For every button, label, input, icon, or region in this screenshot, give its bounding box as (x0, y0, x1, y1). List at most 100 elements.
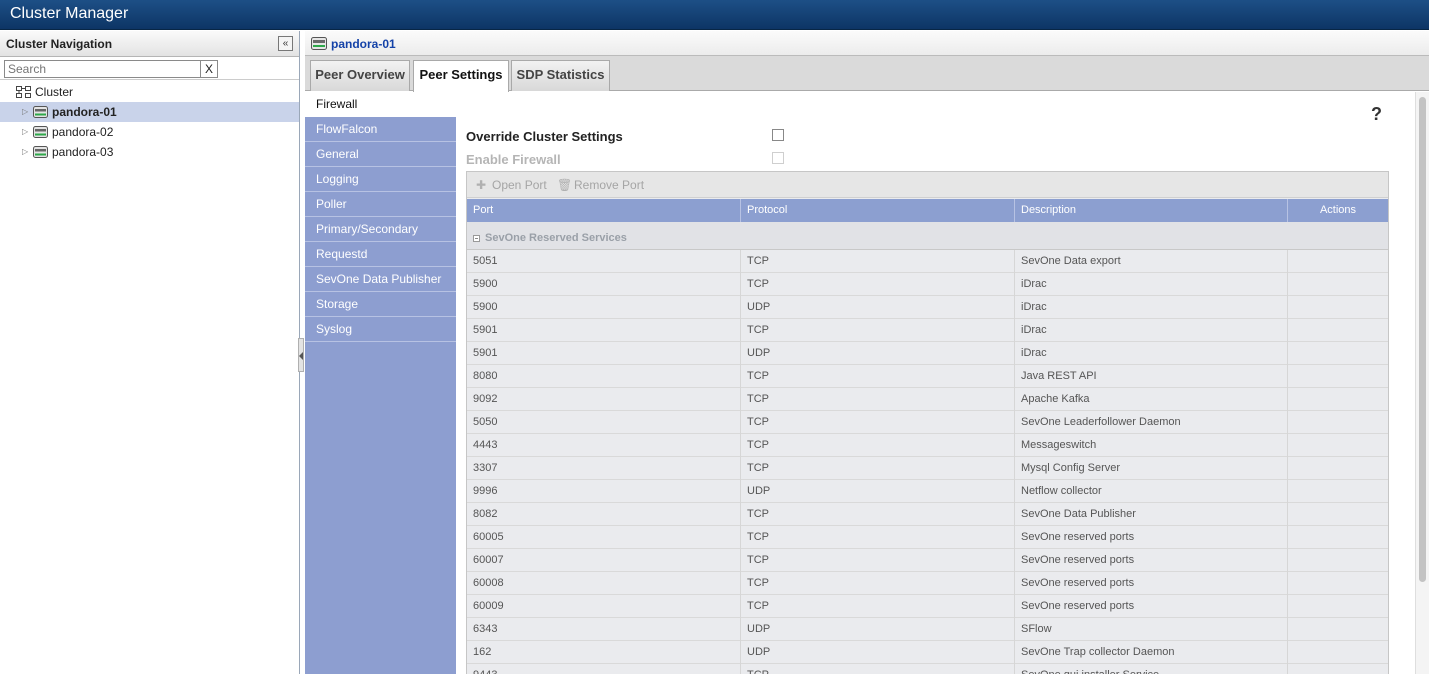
actions-cell[interactable] (1288, 641, 1388, 664)
protocol-cell: TCP (741, 388, 1015, 411)
description-cell: SevOne gui installer Service (1015, 664, 1288, 674)
actions-cell[interactable] (1288, 434, 1388, 457)
table-row[interactable]: 4443 TCP Messageswitch (467, 434, 1388, 457)
actions-cell[interactable] (1288, 595, 1388, 618)
protocol-cell: TCP (741, 365, 1015, 388)
column-port[interactable]: Port (467, 199, 741, 222)
trash-icon: 🗑 (557, 178, 573, 192)
expand-arrow-icon[interactable]: ▷ (22, 142, 32, 162)
expand-arrow-icon[interactable]: ▷ (22, 122, 32, 142)
table-row[interactable]: 6343 UDP SFlow (467, 618, 1388, 641)
table-row[interactable]: 3307 TCP Mysql Config Server (467, 457, 1388, 480)
scrollbar-thumb[interactable] (1419, 97, 1426, 582)
table-row[interactable]: 162 UDP SevOne Trap collector Daemon (467, 641, 1388, 664)
tab-sdp-statistics[interactable]: SDP Statistics (511, 60, 610, 91)
subnav-item-flowfalcon[interactable]: FlowFalcon (305, 117, 456, 142)
actions-cell[interactable] (1288, 342, 1388, 365)
table-row[interactable]: 8080 TCP Java REST API (467, 365, 1388, 388)
actions-cell[interactable] (1288, 319, 1388, 342)
open-port-button[interactable]: ✚ Open Port (475, 178, 547, 192)
clear-search-button[interactable]: X (200, 60, 218, 78)
actions-cell[interactable] (1288, 503, 1388, 526)
open-port-label: Open Port (492, 178, 547, 192)
subnav-item-logging[interactable]: Logging (305, 167, 456, 192)
actions-cell[interactable] (1288, 388, 1388, 411)
table-row[interactable]: 5901 UDP iDrac (467, 342, 1388, 365)
port-cell: 162 (467, 641, 741, 664)
table-row[interactable]: 60007 TCP SevOne reserved ports (467, 549, 1388, 572)
collapse-handle[interactable] (298, 338, 304, 372)
column-protocol[interactable]: Protocol (741, 199, 1015, 222)
table-row[interactable]: 5901 TCP iDrac (467, 319, 1388, 342)
override-cluster-settings-checkbox[interactable] (772, 129, 784, 141)
cluster-navigation-panel: Cluster Navigation « X Cluster▷pandora-0… (0, 31, 300, 674)
actions-cell[interactable] (1288, 250, 1388, 273)
actions-cell[interactable] (1288, 296, 1388, 319)
subnav-item-primary-secondary[interactable]: Primary/Secondary (305, 217, 456, 242)
subnav-item-firewall[interactable]: Firewall (305, 92, 456, 117)
table-row[interactable]: 9092 TCP Apache Kafka (467, 388, 1388, 411)
protocol-cell: TCP (741, 549, 1015, 572)
actions-cell[interactable] (1288, 457, 1388, 480)
port-cell: 8080 (467, 365, 741, 388)
description-cell: SFlow (1015, 618, 1288, 641)
expand-arrow-icon[interactable]: ▷ (22, 102, 32, 122)
table-row[interactable]: 60008 TCP SevOne reserved ports (467, 572, 1388, 595)
subnav-item-sevone-data-publisher[interactable]: SevOne Data Publisher (305, 267, 456, 292)
subnav-item-poller[interactable]: Poller (305, 192, 456, 217)
table-row[interactable]: 5900 UDP iDrac (467, 296, 1388, 319)
actions-cell[interactable] (1288, 526, 1388, 549)
actions-cell[interactable] (1288, 618, 1388, 641)
actions-cell[interactable] (1288, 365, 1388, 388)
table-row[interactable]: 5900 TCP iDrac (467, 273, 1388, 296)
actions-cell[interactable] (1288, 572, 1388, 595)
cluster-navigation-title: Cluster Navigation (6, 37, 113, 51)
tab-peer-overview[interactable]: Peer Overview (310, 60, 410, 91)
table-row[interactable]: 60009 TCP SevOne reserved ports (467, 595, 1388, 618)
help-icon[interactable]: ? (1371, 104, 1382, 125)
tree-item-pandora-03[interactable]: ▷ pandora-03 (0, 142, 299, 162)
description-cell: SevOne Trap collector Daemon (1015, 641, 1288, 664)
table-row[interactable]: 9443TCPSevOne gui installer Service (467, 664, 1388, 674)
peer-header: pandora-01 (305, 31, 1429, 56)
actions-cell[interactable] (1288, 549, 1388, 572)
cluster-tree: Cluster ▷ pandora-01 ▷ pandora-02 ▷ pandora-03 (0, 82, 299, 162)
collapse-panel-button[interactable]: « (278, 36, 293, 51)
enable-firewall-checkbox[interactable] (772, 152, 784, 164)
protocol-cell: TCP (741, 250, 1015, 273)
table-row[interactable]: 60005 TCP SevOne reserved ports (467, 526, 1388, 549)
app-title-bar: Cluster Manager (0, 0, 1429, 30)
table-row[interactable]: 5051 TCP SevOne Data export (467, 250, 1388, 273)
subnav-item-storage[interactable]: Storage (305, 292, 456, 317)
actions-cell[interactable] (1288, 273, 1388, 296)
description-cell: SevOne Data export (1015, 250, 1288, 273)
column-description[interactable]: Description (1015, 199, 1288, 222)
description-cell: Netflow collector (1015, 480, 1288, 503)
tree-item-pandora-01[interactable]: ▷ pandora-01 (0, 102, 299, 122)
table-row[interactable]: 8082 TCP SevOne Data Publisher (467, 503, 1388, 526)
table-row[interactable]: 5050 TCP SevOne Leaderfollower Daemon (467, 411, 1388, 434)
collapse-group-icon[interactable] (473, 235, 480, 242)
group-row[interactable]: SevOne Reserved Services (467, 222, 1388, 250)
search-input[interactable] (4, 60, 201, 78)
subnav-item-general[interactable]: General (305, 142, 456, 167)
table-row[interactable]: 9996 UDP Netflow collector (467, 480, 1388, 503)
port-cell: 5901 (467, 342, 741, 365)
tab-peer-settings[interactable]: Peer Settings (413, 60, 509, 92)
protocol-cell: TCP (741, 572, 1015, 595)
actions-cell[interactable] (1288, 480, 1388, 503)
protocol-cell: TCP (741, 595, 1015, 618)
description-cell: SevOne reserved ports (1015, 572, 1288, 595)
vertical-scrollbar[interactable] (1415, 92, 1429, 674)
remove-port-button[interactable]: 🗑 Remove Port (557, 178, 644, 192)
subnav-item-requestd[interactable]: Requestd (305, 242, 456, 267)
port-cell: 5900 (467, 273, 741, 296)
port-cell: 9092 (467, 388, 741, 411)
protocol-cell: UDP (741, 342, 1015, 365)
actions-cell[interactable] (1288, 664, 1388, 674)
grid-toolbar: ✚ Open Port 🗑 Remove Port (467, 172, 1388, 198)
subnav-item-syslog[interactable]: Syslog (305, 317, 456, 342)
actions-cell[interactable] (1288, 411, 1388, 434)
tree-item-Cluster[interactable]: Cluster (0, 82, 299, 102)
tree-item-pandora-02[interactable]: ▷ pandora-02 (0, 122, 299, 142)
